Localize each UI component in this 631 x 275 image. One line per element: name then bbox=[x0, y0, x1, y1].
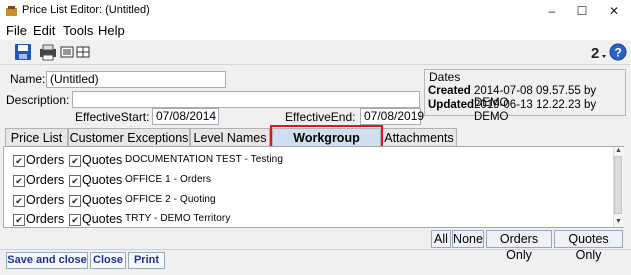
quotes-label: Quotes bbox=[82, 153, 123, 167]
help-icon[interactable]: ? bbox=[609, 43, 627, 61]
description-field[interactable] bbox=[72, 91, 420, 108]
grid-icon[interactable] bbox=[76, 45, 90, 59]
effective-start-label: EffectiveStart: bbox=[75, 110, 150, 124]
scroll-down-icon[interactable]: ▼ bbox=[615, 218, 622, 225]
orders-label: Orders bbox=[26, 193, 65, 207]
tab-customer-exceptions[interactable]: Customer Exceptions bbox=[68, 128, 190, 146]
quotes-checkbox[interactable]: ✔ bbox=[69, 175, 81, 187]
created-label: Created bbox=[428, 85, 471, 97]
menu-help[interactable]: Help bbox=[98, 23, 125, 38]
quotes-label: Quotes bbox=[82, 212, 123, 226]
orders-checkbox[interactable]: ✔ bbox=[13, 214, 25, 226]
orders-label: Orders bbox=[26, 212, 65, 226]
quotes-label: Quotes bbox=[82, 193, 123, 207]
workgroup-name: OFFICE 1 - Orders bbox=[125, 174, 212, 185]
print-button[interactable]: Print bbox=[128, 252, 165, 269]
workgroup-row: ✔ Orders ✔ Quotes OFFICE 1 - Orders bbox=[9, 173, 309, 189]
print-icon[interactable] bbox=[38, 43, 56, 61]
menu-tools[interactable]: Tools bbox=[63, 23, 93, 38]
workgroup-row: ✔ Orders ✔ Quotes DOCUMENTATION TEST - T… bbox=[9, 153, 309, 169]
quotes-only-button[interactable]: Quotes Only bbox=[554, 230, 623, 262]
close-window-button[interactable]: ✕ bbox=[594, 0, 631, 22]
tab-level-names[interactable]: Level Names bbox=[190, 128, 270, 146]
effective-end-field[interactable]: 07/08/2019 bbox=[360, 108, 424, 125]
save-icon[interactable] bbox=[14, 43, 32, 61]
workgroup-row: ✔ Orders ✔ Quotes TRTY - DEMO Territory bbox=[9, 212, 309, 228]
quotes-checkbox[interactable]: ✔ bbox=[69, 155, 81, 167]
workgroup-name: DOCUMENTATION TEST - Testing bbox=[125, 154, 284, 165]
orders-checkbox[interactable]: ✔ bbox=[13, 175, 25, 187]
svg-text:2: 2 bbox=[591, 45, 599, 61]
workgroup-name: TRTY - DEMO Territory bbox=[125, 213, 231, 224]
close-button[interactable]: Close bbox=[90, 252, 126, 269]
user-help-icon[interactable]: 2 bbox=[590, 43, 608, 62]
name-field[interactable]: (Untitled) bbox=[46, 71, 226, 88]
scroll-up-icon[interactable]: ▲ bbox=[615, 147, 622, 154]
orders-checkbox[interactable]: ✔ bbox=[13, 155, 25, 167]
app-icon bbox=[5, 5, 18, 17]
save-and-close-button[interactable]: Save and close bbox=[6, 252, 88, 269]
name-label: Name: bbox=[10, 72, 46, 86]
updated-value: 2019-06-13 12.22.23 by DEMO bbox=[474, 99, 597, 123]
menu-bar bbox=[0, 22, 631, 40]
tab-attachments[interactable]: Attachments bbox=[381, 128, 457, 146]
window-title: Price List Editor: (Untitled) bbox=[22, 4, 150, 16]
quotes-checkbox[interactable]: ✔ bbox=[69, 214, 81, 226]
select-all-button[interactable]: All bbox=[431, 230, 451, 248]
select-none-button[interactable]: None bbox=[452, 230, 484, 248]
orders-only-button[interactable]: Orders Only bbox=[486, 230, 552, 262]
workgroup-name: OFFICE 2 - Quoting bbox=[125, 194, 216, 205]
toolbar bbox=[0, 40, 631, 65]
effective-start-field[interactable]: 07/08/2014 bbox=[152, 108, 219, 125]
orders-label: Orders bbox=[26, 153, 65, 167]
workgroup-row: ✔ Orders ✔ Quotes OFFICE 2 - Quoting bbox=[9, 193, 309, 209]
scrollbar-thumb[interactable] bbox=[614, 156, 622, 214]
menu-file[interactable]: File bbox=[6, 23, 27, 38]
tab-price-list[interactable]: Price List bbox=[5, 128, 68, 146]
orders-checkbox[interactable]: ✔ bbox=[13, 195, 25, 207]
orders-label: Orders bbox=[26, 173, 65, 187]
list-icon[interactable] bbox=[60, 45, 74, 59]
menu-edit[interactable]: Edit bbox=[33, 23, 55, 38]
updated-label: Updated bbox=[428, 99, 474, 111]
svg-text:?: ? bbox=[615, 46, 622, 60]
dates-title: Dates bbox=[429, 70, 461, 84]
description-label: Description: bbox=[6, 93, 70, 107]
quotes-checkbox[interactable]: ✔ bbox=[69, 195, 81, 207]
effective-end-label: EffectiveEnd: bbox=[285, 110, 356, 124]
quotes-label: Quotes bbox=[82, 173, 123, 187]
